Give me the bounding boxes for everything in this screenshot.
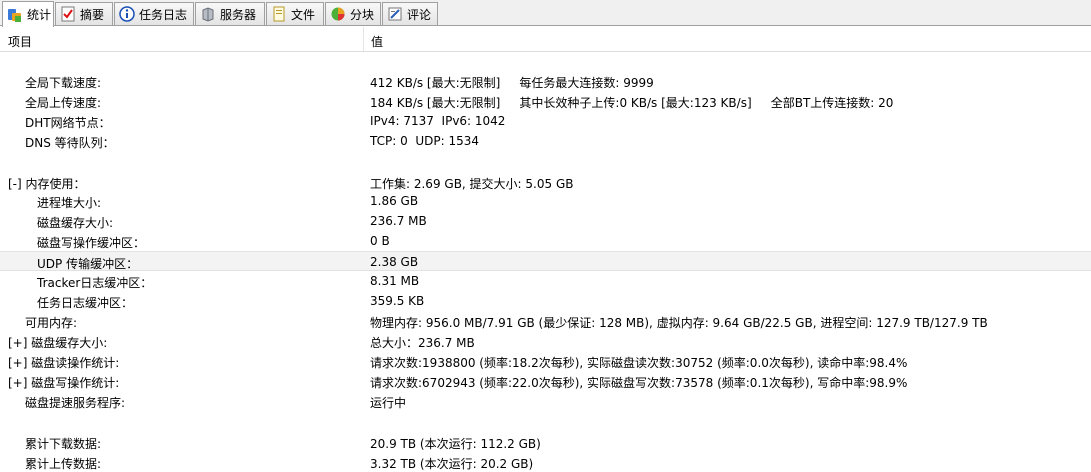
stat-key: 全局下载速度: [25,76,102,90]
stat-key: Tracker日志缓冲区： [37,276,153,290]
stat-key: DHT网络节点： [25,116,111,130]
stat-key: [+] 磁盘写操作统计: [8,376,120,390]
file-icon [271,6,287,22]
stat-key: 进程堆大小: [37,196,102,210]
tab-label: 任务日志 [139,7,188,22]
tab-label: 文件 [291,7,316,22]
list-header: 项目 值 [0,27,1091,52]
tab-label: 评论 [407,7,432,22]
stat-value: TCP: 0 UDP: 1534 [370,134,480,148]
stat-row-disk-cache-total[interactable]: [+] 磁盘缓存大小: 总大小：236.7 MB [0,331,1091,351]
stat-row-task-log-buffer[interactable]: 任务日志缓冲区： 359.5 KB [0,291,1091,311]
stat-key: 磁盘写操作缓冲区： [37,236,146,250]
stat-value: 运行中 [370,396,407,410]
stat-row-total-uploaded[interactable]: 累计上传数据: 3.32 TB (本次运行: 20.2 GB) [0,452,1091,472]
column-divider[interactable] [363,27,364,51]
stat-key: [-] 内存使用： [8,177,86,191]
pie-chart-icon [330,6,346,22]
stat-row-dht-nodes[interactable]: DHT网络节点： IPv4: 7137 IPv6: 1042 [0,111,1091,131]
tab-servers[interactable]: 服务器 [195,2,265,25]
stat-value: 184 KB/s [最大:无限制] 其中长效种子上传:0 KB/s [最大:12… [370,96,894,110]
tab-comments[interactable]: 评论 [382,2,438,25]
stat-key: 磁盘缓存大小: [37,216,114,230]
statistics-icon [7,7,23,23]
stat-key: 累计下载数据: [25,437,102,451]
info-icon [119,6,135,22]
server-icon [200,6,216,22]
stat-row-memory-usage[interactable]: [-] 内存使用： 工作集: 2.69 GB, 提交大小: 5.05 GB [0,172,1091,192]
stat-value: 0 B [370,234,390,248]
tab-pieces[interactable]: 分块 [325,2,381,25]
stat-row-disk-write-buffer[interactable]: 磁盘写操作缓冲区： 0 B [0,231,1091,251]
stat-row-tracker-log-buffer[interactable]: Tracker日志缓冲区： 8.31 MB [0,271,1091,291]
comment-icon [387,6,403,22]
stat-row-total-downloaded[interactable]: 累计下载数据: 20.9 TB (本次运行: 112.2 GB) [0,432,1091,452]
stat-value: IPv4: 7137 IPv6: 1042 [370,114,506,128]
stat-value: 请求次数:6702943 (频率:22.0次每秒), 实际磁盘写次数:73578… [370,376,908,390]
stat-row-disk-cache-size[interactable]: 磁盘缓存大小: 236.7 MB [0,211,1091,231]
stat-row-disk-write-stats[interactable]: [+] 磁盘写操作统计: 请求次数:6702943 (频率:22.0次每秒), … [0,371,1091,391]
stat-value: 8.31 MB [370,274,420,288]
tab-summary[interactable]: 摘要 [55,2,113,25]
stat-key: 全局上传速度: [25,96,102,110]
checklist-icon [60,6,76,22]
tab-label: 摘要 [80,7,105,22]
stat-row-process-heap[interactable]: 进程堆大小: 1.86 GB [0,191,1091,211]
stat-key: UDP 传输缓冲区： [37,257,139,271]
stat-row-dns-queue[interactable]: DNS 等待队列： TCP: 0 UDP: 1534 [0,131,1091,151]
stat-key: DNS 等待队列： [25,136,115,150]
stat-value: 2.38 GB [370,255,419,269]
tab-files[interactable]: 文件 [266,2,324,25]
stat-key: 可用内存: [25,316,78,330]
stat-value: 物理内存: 956.0 MB/7.91 GB (最少保证: 128 MB), 虚… [370,316,988,330]
column-header-item[interactable]: 项目 [8,33,32,50]
stat-row-udp-buffer[interactable]: UDP 传输缓冲区： 2.38 GB [0,251,1091,271]
stat-value: 工作集: 2.69 GB, 提交大小: 5.05 GB [370,177,574,191]
stat-key: 累计上传数据: [25,457,102,471]
tab-label: 统计 [27,8,52,22]
stat-value: 412 KB/s [最大:无限制] 每任务最大连接数: 9999 [370,76,654,90]
stat-value: 3.32 TB (本次运行: 20.2 GB) [370,457,534,471]
stat-row-global-upload[interactable]: 全局上传速度: 184 KB/s [最大:无限制] 其中长效种子上传:0 KB/… [0,91,1091,111]
tab-label: 服务器 [220,7,257,22]
stat-value: 20.9 TB (本次运行: 112.2 GB) [370,437,541,451]
stat-value: 236.7 MB [370,214,427,228]
column-header-value[interactable]: 值 [371,33,383,50]
stat-row-global-download[interactable]: 全局下载速度: 412 KB/s [最大:无限制] 每任务最大连接数: 9999 [0,71,1091,91]
stat-value: 总大小：236.7 MB [370,336,475,350]
stat-key: [+] 磁盘缓存大小: [8,336,108,350]
tab-task-log[interactable]: 任务日志 [114,2,194,25]
tab-label: 分块 [350,7,375,22]
stat-value: 359.5 KB [370,294,425,308]
stat-key: 磁盘提速服务程序: [25,396,126,410]
stat-value: 请求次数:1938800 (频率:18.2次每秒), 实际磁盘读次数:30752… [370,356,908,370]
stat-row-available-memory[interactable]: 可用内存: 物理内存: 956.0 MB/7.91 GB (最少保证: 128 … [0,311,1091,331]
stat-value: 1.86 GB [370,194,419,208]
stat-row-disk-boost-service[interactable]: 磁盘提速服务程序: 运行中 [0,391,1091,411]
stat-row-disk-read-stats[interactable]: [+] 磁盘读操作统计: 请求次数:1938800 (频率:18.2次每秒), … [0,351,1091,371]
tab-statistics[interactable]: 统计 [2,1,54,27]
tab-bar: 统计 摘要 任务日志 服务器 文件 分块 评论 [0,0,1091,27]
stat-key: [+] 磁盘读操作统计: [8,356,120,370]
stat-key: 任务日志缓冲区： [37,296,134,310]
